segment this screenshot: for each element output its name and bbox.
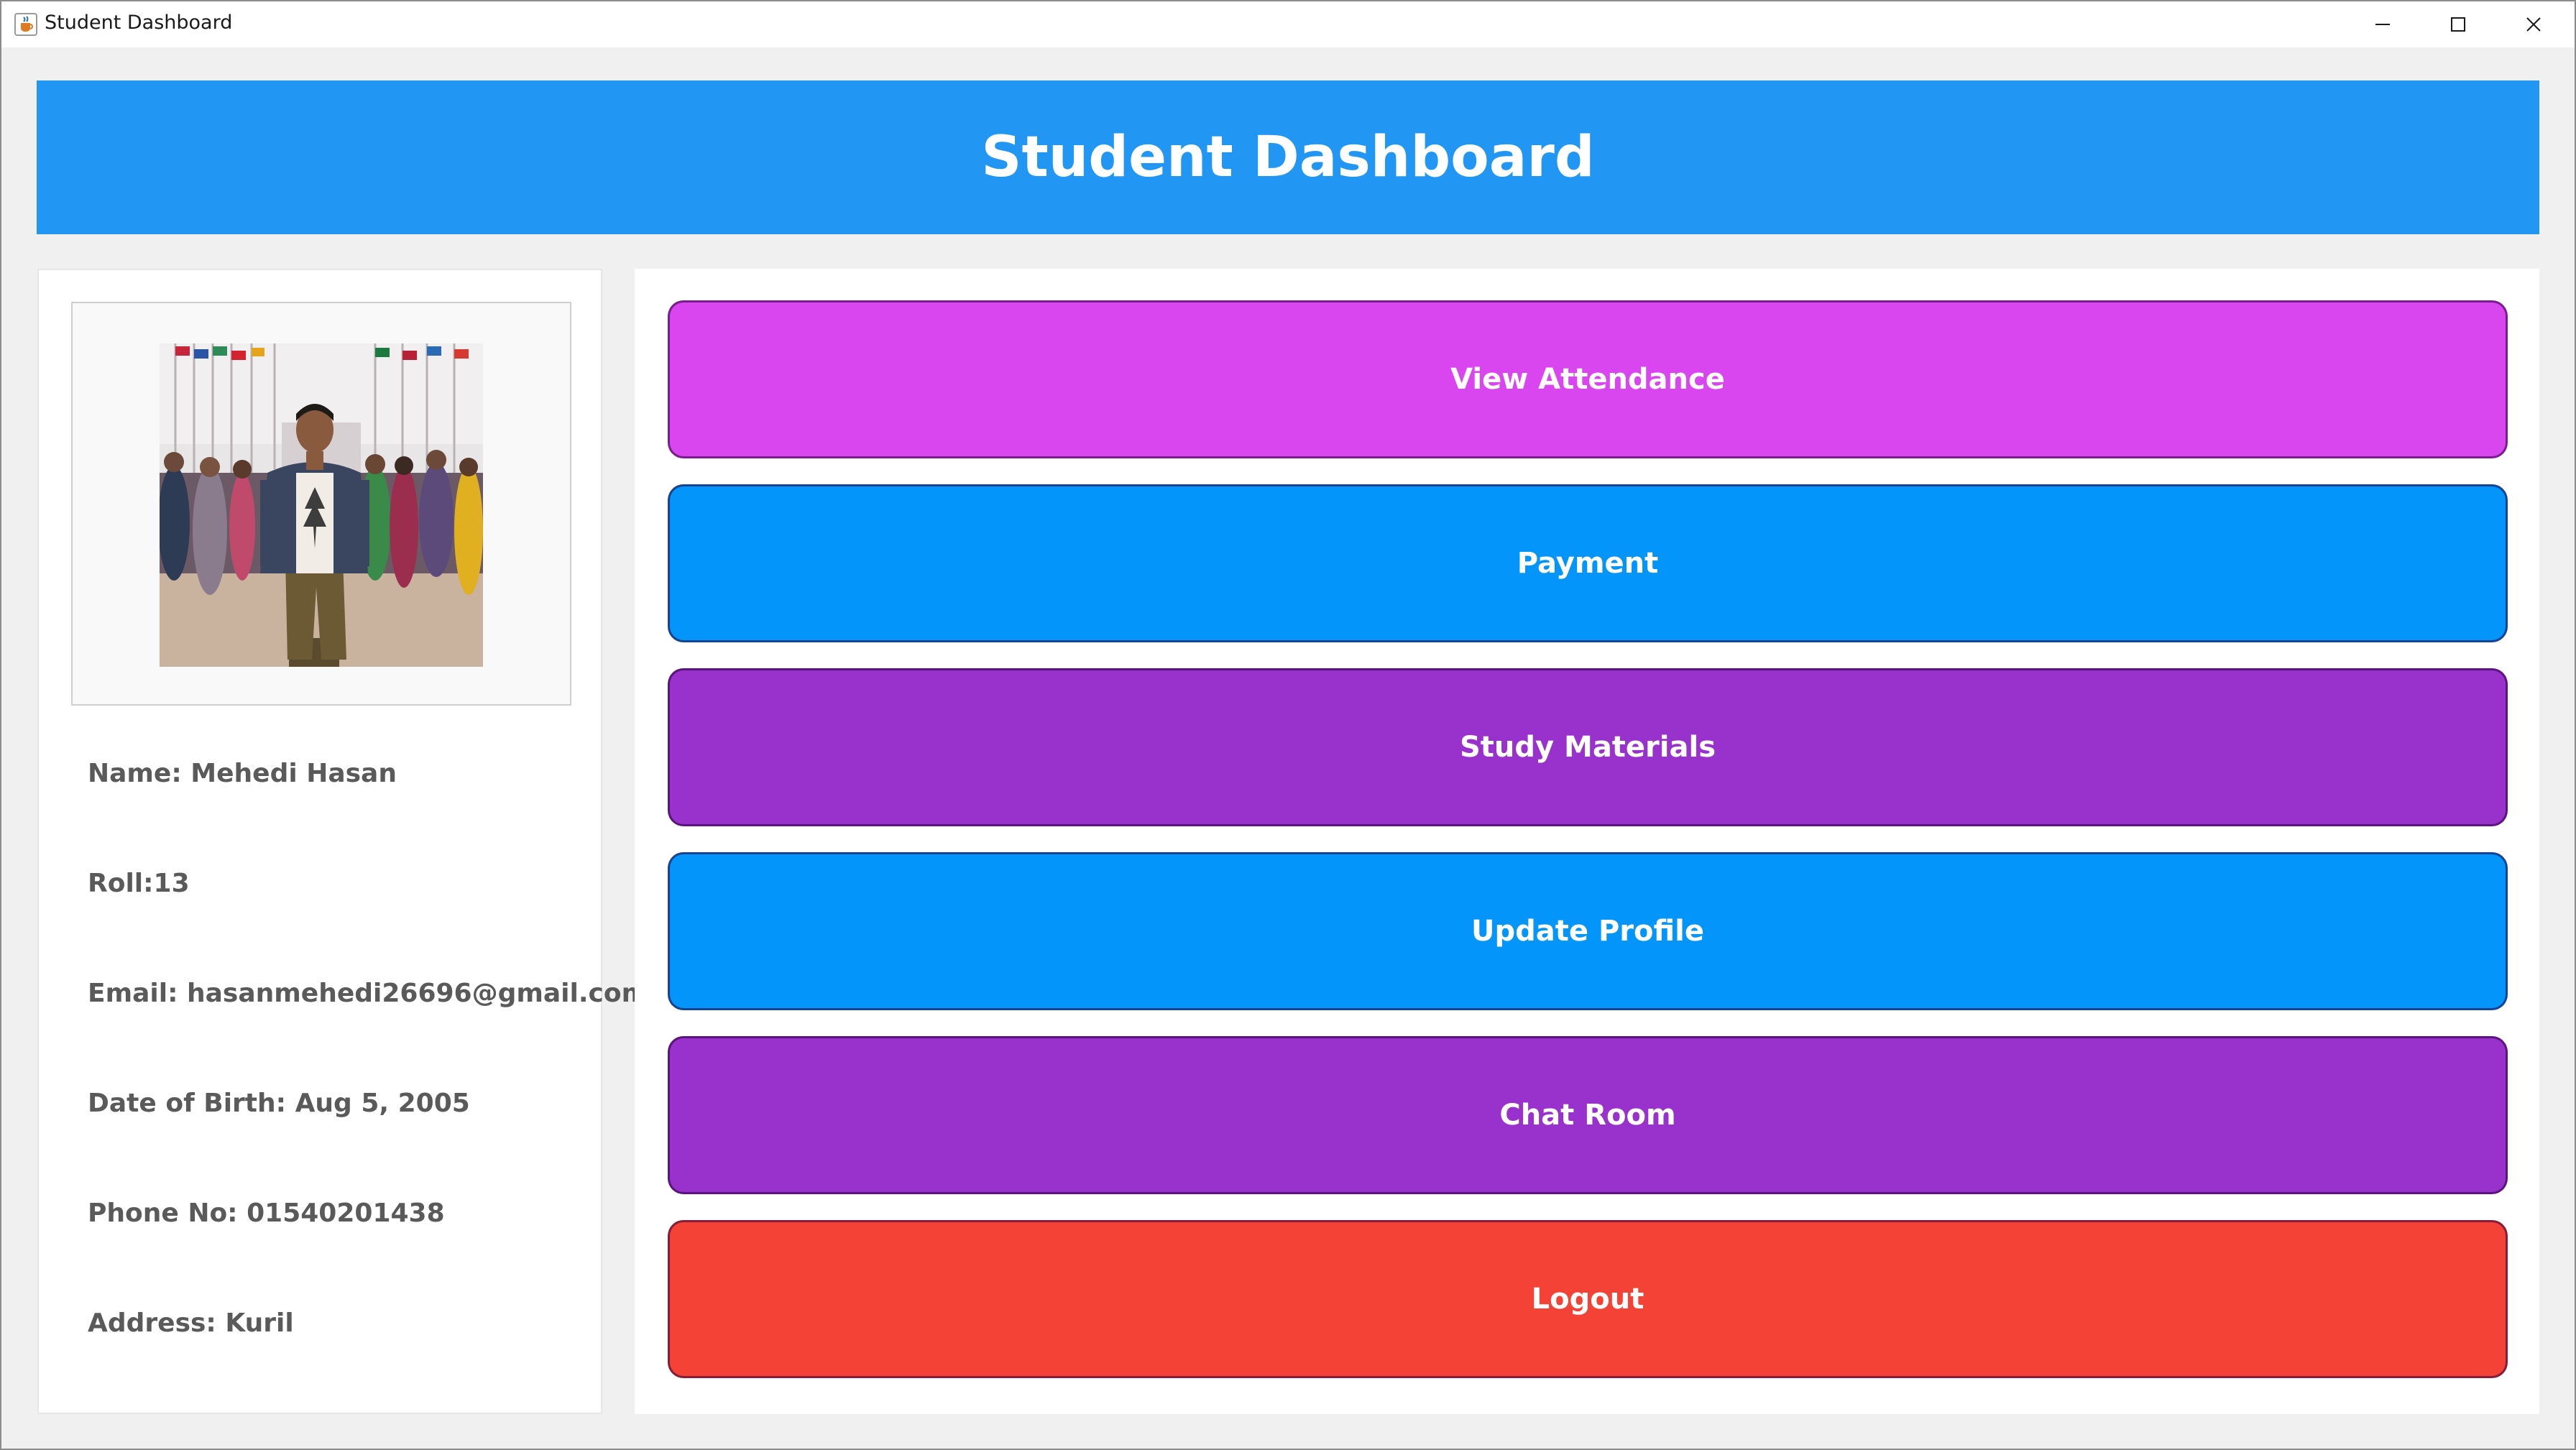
title-bar[interactable]: Student Dashboard	[1, 1, 2575, 47]
update-profile-button[interactable]: Update Profile	[668, 852, 2508, 1010]
actions-panel: View Attendance Payment Study Materials …	[635, 269, 2539, 1414]
minimize-button[interactable]	[2345, 1, 2420, 47]
profile-panel: Name: Mehedi Hasan Roll:13 Email: hasanm…	[37, 269, 648, 1414]
profile-photo	[160, 343, 483, 667]
student-address: Address: Kuril	[88, 1308, 294, 1338]
maximize-button[interactable]	[2420, 1, 2496, 47]
app-window: Student Dashboard Student Dashboard Name…	[0, 0, 2576, 1450]
dashboard-header: Student Dashboard	[37, 80, 2539, 234]
logout-button[interactable]: Logout	[668, 1220, 2508, 1378]
student-dob: Date of Birth: Aug 5, 2005	[88, 1089, 470, 1118]
student-roll: Roll:13	[88, 869, 190, 898]
student-name: Name: Mehedi Hasan	[88, 759, 397, 788]
payment-button[interactable]: Payment	[668, 484, 2508, 642]
study-materials-button[interactable]: Study Materials	[668, 668, 2508, 826]
student-email: Email: hasanmehedi26696@gmail.com	[88, 979, 649, 1008]
page-title: Student Dashboard	[981, 125, 1595, 190]
chat-room-button[interactable]: Chat Room	[668, 1036, 2508, 1194]
window-title: Student Dashboard	[45, 11, 233, 34]
java-cup-icon	[14, 13, 37, 36]
close-button[interactable]	[2496, 1, 2571, 47]
view-attendance-button[interactable]: View Attendance	[668, 300, 2508, 458]
student-phone: Phone No: 01540201438	[88, 1199, 445, 1228]
photo-frame	[71, 302, 571, 706]
minimize-icon	[2375, 24, 2390, 25]
maximize-icon	[2450, 17, 2465, 32]
close-icon	[2526, 17, 2541, 32]
